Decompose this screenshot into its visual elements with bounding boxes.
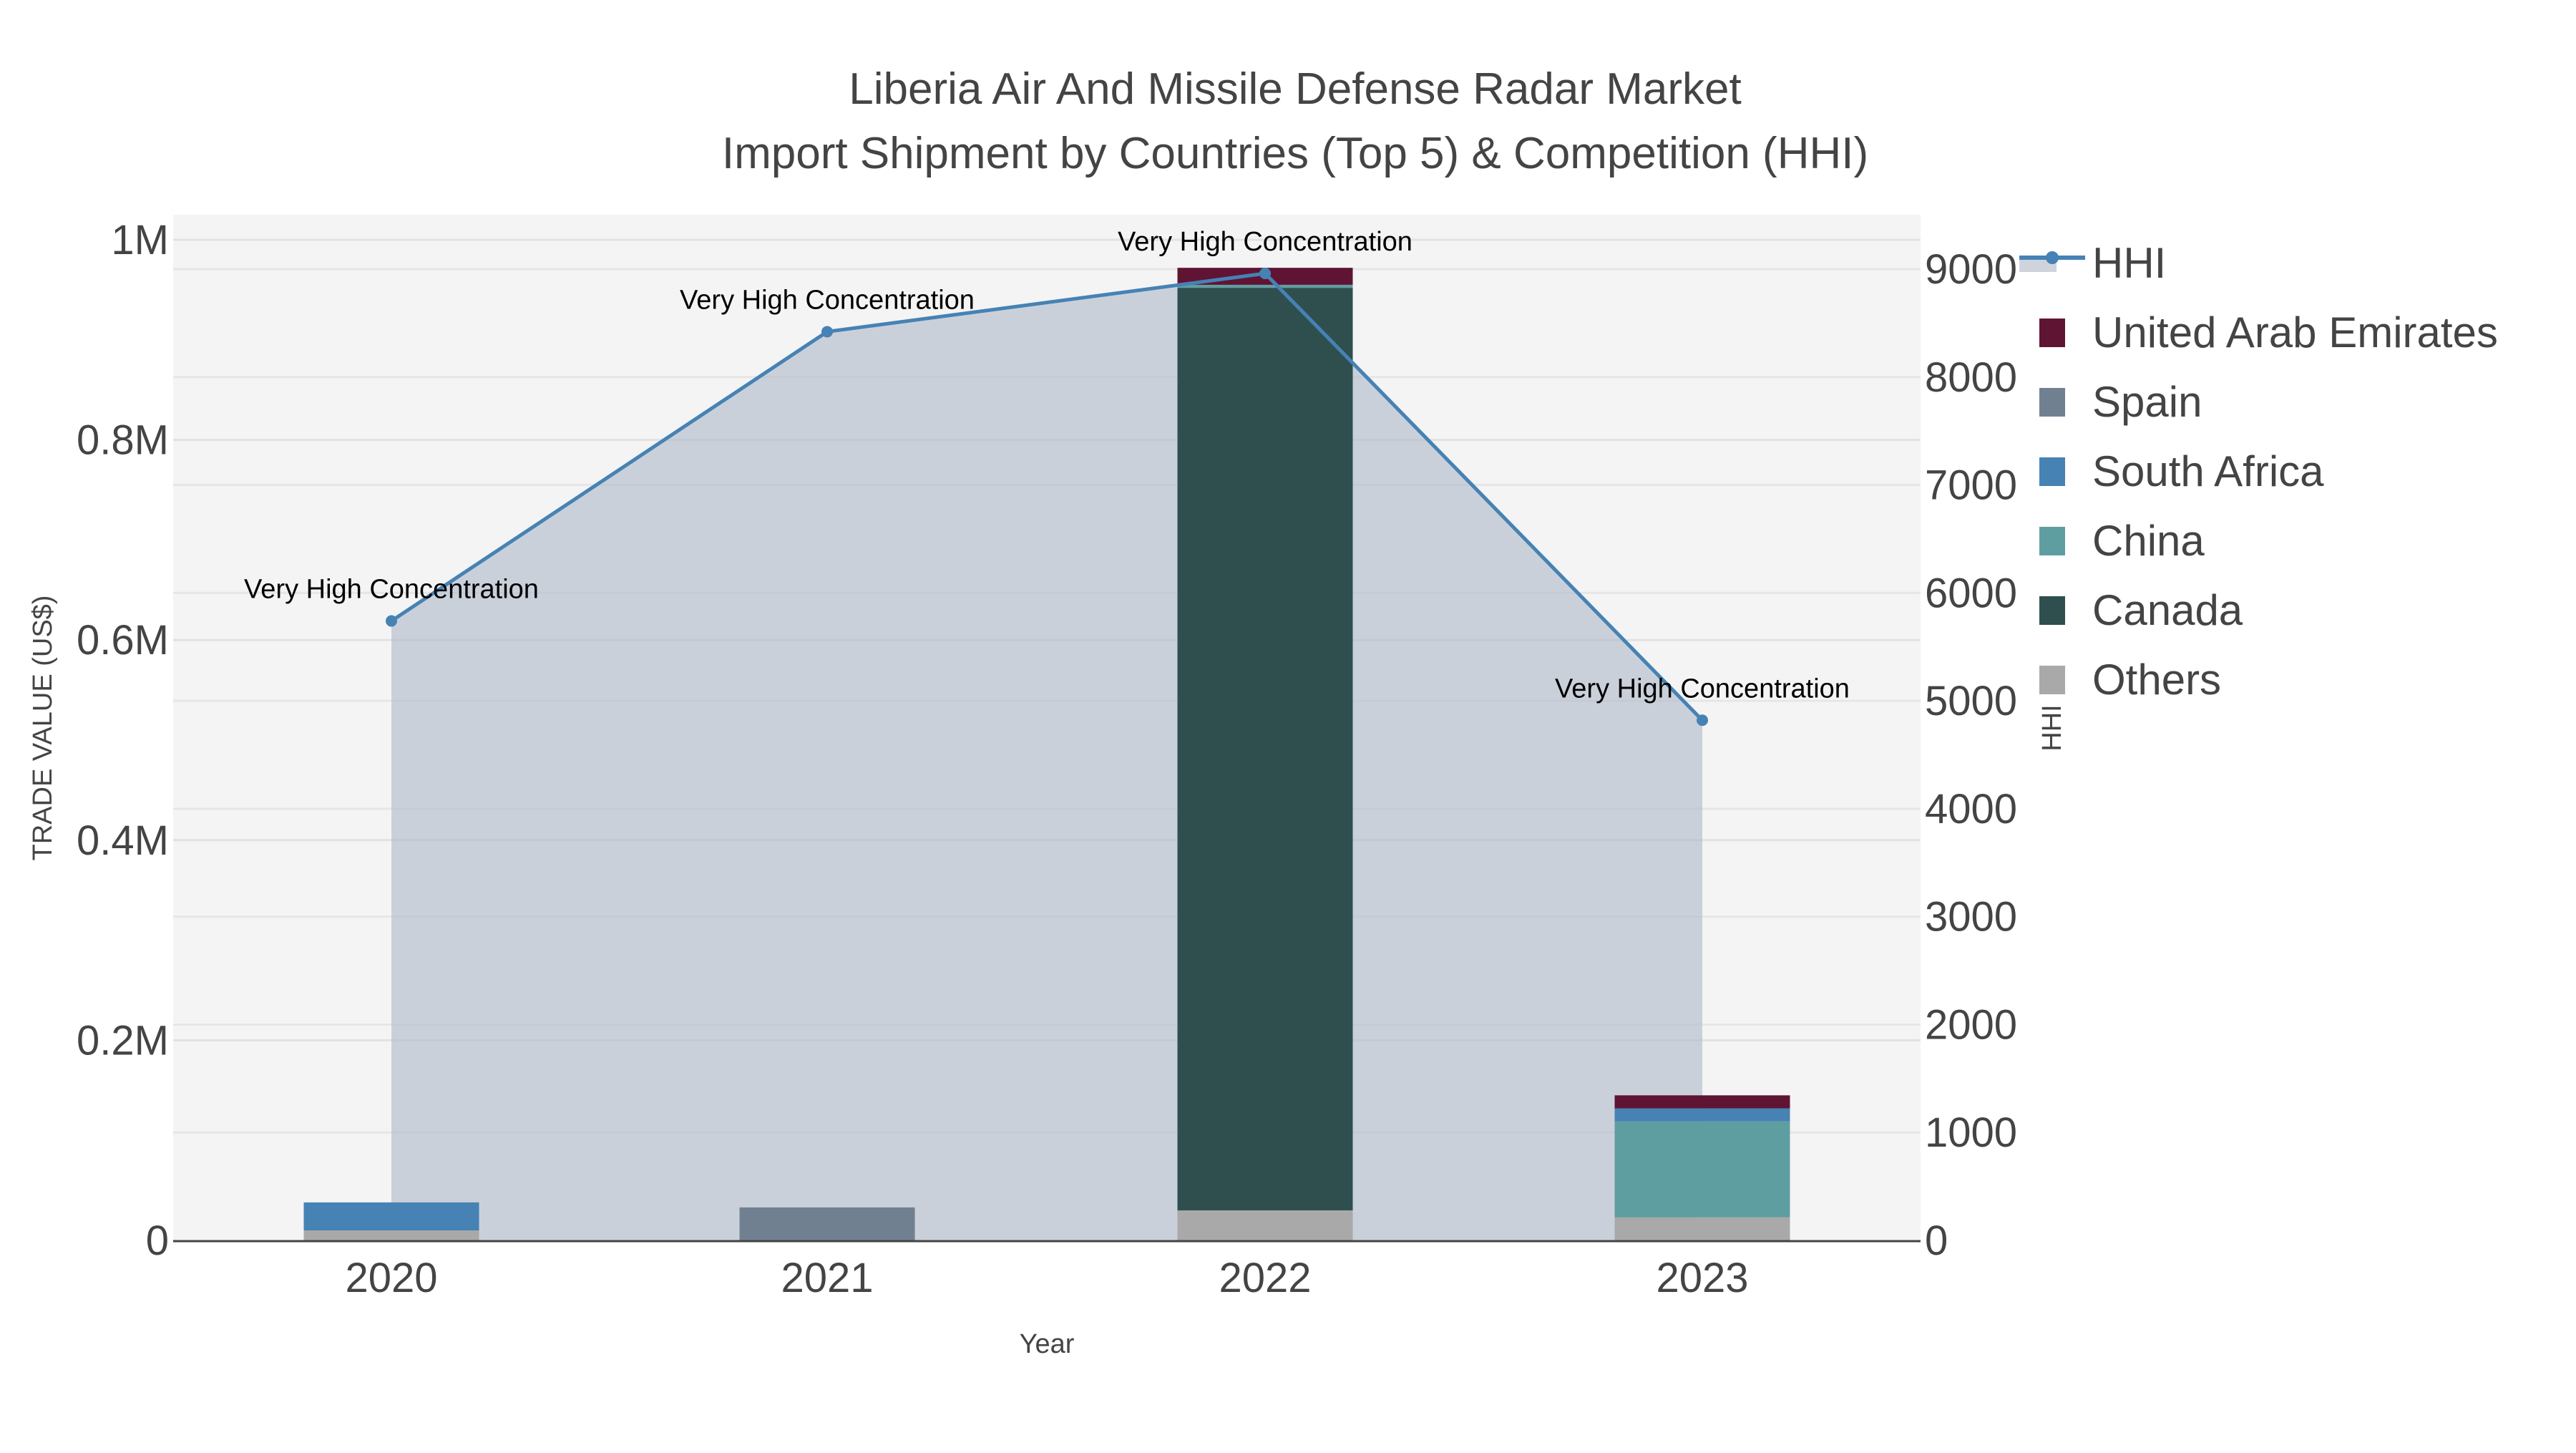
bar-united-arab-emirates-2023 xyxy=(1614,1095,1790,1109)
legend-swatch-icon xyxy=(2039,457,2065,486)
y-tick-label: 0.6M xyxy=(77,617,169,664)
y-tick-label: 0.2M xyxy=(77,1017,169,1064)
chart: Very High Concentration Very High Concent… xyxy=(28,64,2498,1359)
legend-item-south-africa[interactable]: South Africa xyxy=(2039,447,2324,495)
legend-item-hhi[interactable]: HHI xyxy=(2019,239,2166,287)
legend-swatch-icon xyxy=(2039,388,2065,417)
y2-tick-label: 1000 xyxy=(1925,1109,2017,1156)
hhi-annotation: Very High Concentration xyxy=(244,575,539,605)
legend-swatch-icon xyxy=(2039,666,2065,694)
y-axis-title: TRADE VALUE (US$) xyxy=(28,596,58,861)
legend-swatch-icon xyxy=(2039,527,2065,555)
bar-others-2020 xyxy=(303,1230,479,1240)
bar-others-2022 xyxy=(1177,1210,1353,1240)
y-tick-label: 0.4M xyxy=(77,817,169,864)
legend-swatch-icon xyxy=(2039,319,2065,347)
x-tick-label: 2021 xyxy=(781,1255,873,1301)
y2-tick-label: 3000 xyxy=(1925,894,2017,941)
y2-tick-label: 5000 xyxy=(1925,678,2017,724)
hhi-annotation: Very High Concentration xyxy=(1555,674,1850,704)
legend-item-others[interactable]: Others xyxy=(2039,656,2221,704)
hhi-point xyxy=(821,326,833,338)
y2-tick-label: 2000 xyxy=(1925,1001,2017,1048)
x-tick-label: 2022 xyxy=(1219,1255,1311,1301)
y2-tick-label: 4000 xyxy=(1925,786,2017,832)
legend-item-spain[interactable]: Spain xyxy=(2039,378,2202,426)
bar-china-2023 xyxy=(1614,1121,1790,1218)
hhi-point xyxy=(1259,268,1271,280)
legend-item-canada[interactable]: Canada xyxy=(2039,586,2243,634)
y2-tick-label: 8000 xyxy=(1925,354,2017,401)
legend-label: Canada xyxy=(2092,586,2243,634)
chart-subtitle: Import Shipment by Countries (Top 5) & C… xyxy=(722,129,1868,178)
legend: HHI United Arab Emirates Spain South Africa… xyxy=(2019,239,2498,704)
x-axis-title: Year xyxy=(1020,1329,1075,1359)
y2-axis-title: HHI xyxy=(2037,704,2067,751)
chart-title: Liberia Air And Missile Defense Radar Ma… xyxy=(849,64,1741,114)
bar-spain-2021 xyxy=(739,1207,915,1240)
y2-tick-label: 7000 xyxy=(1925,462,2017,509)
y-tick-label: 1M xyxy=(111,217,169,263)
hhi-annotation: Very High Concentration xyxy=(1118,227,1413,257)
legend-label: HHI xyxy=(2092,239,2166,287)
y2-tick-label: 9000 xyxy=(1925,246,2017,293)
legend-swatch-icon xyxy=(2039,596,2065,625)
bar-south-africa-2023 xyxy=(1614,1108,1790,1122)
bar-china-2022 xyxy=(1177,284,1353,288)
bar-south-africa-2020 xyxy=(303,1202,479,1231)
legend-item-china[interactable]: China xyxy=(2039,517,2205,565)
legend-item-united-arab-emirates[interactable]: United Arab Emirates xyxy=(2039,308,2498,356)
hhi-point xyxy=(386,615,397,627)
hhi-point xyxy=(1697,714,1708,726)
legend-label: China xyxy=(2092,517,2205,565)
y2-tick-label: 6000 xyxy=(1925,570,2017,616)
legend-label: South Africa xyxy=(2092,447,2324,495)
legend-hhi-marker-icon xyxy=(2046,251,2059,264)
y2-tick-label: 0 xyxy=(1925,1218,1948,1264)
bar-canada-2022 xyxy=(1177,288,1353,1211)
hhi-annotation: Very High Concentration xyxy=(680,285,975,315)
legend-label: United Arab Emirates xyxy=(2092,308,2498,356)
legend-label: Spain xyxy=(2092,378,2202,426)
x-tick-label: 2020 xyxy=(345,1255,437,1301)
legend-label: Others xyxy=(2092,656,2221,704)
y-tick-label: 0.8M xyxy=(77,417,169,464)
bar-others-2023 xyxy=(1614,1217,1790,1240)
x-tick-label: 2023 xyxy=(1656,1255,1748,1301)
y-tick-label: 0 xyxy=(146,1218,169,1264)
